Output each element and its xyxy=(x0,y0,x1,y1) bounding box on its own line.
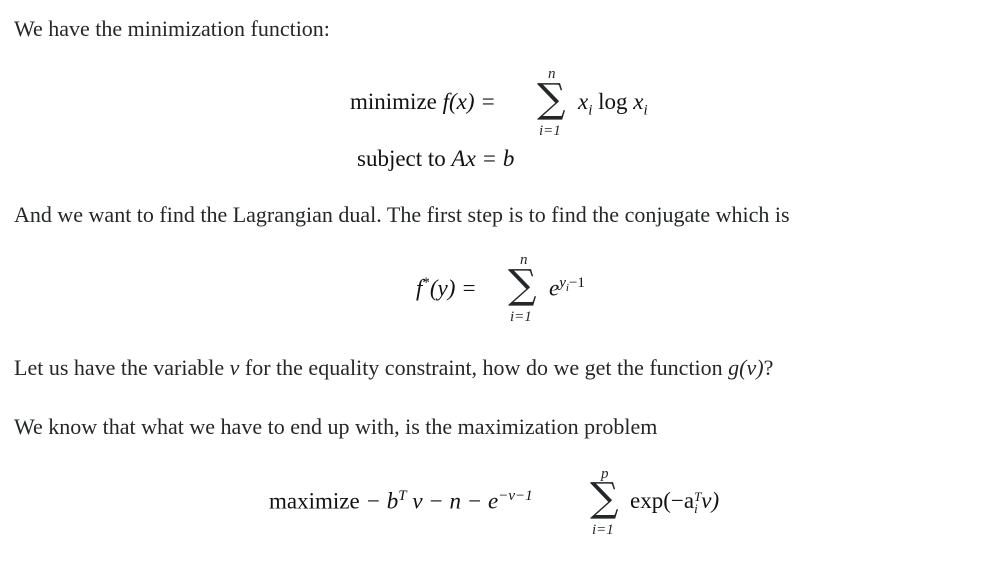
p3-variable: v xyxy=(229,355,240,380)
eq3-sum-lower: i=1 xyxy=(592,522,614,538)
eq1-sum-symbol: ∑ xyxy=(537,76,566,122)
eq1-term: x xyxy=(578,89,589,114)
eq3-exp: exp(−a xyxy=(630,488,695,513)
p3-text-a: Let us have the variable xyxy=(14,355,230,380)
p3-function: g(v) xyxy=(728,355,764,380)
eq1-sum-lower: i=1 xyxy=(539,123,561,139)
eq2-lhs-sup: * xyxy=(422,275,430,291)
eq1-term2: x xyxy=(633,89,644,114)
eq2-exponent: y xyxy=(559,275,566,291)
eq3-part1: − b xyxy=(365,488,399,514)
paragraph-dual: And we want to find the Lagrangian dual.… xyxy=(14,202,790,227)
eq3-label: maximize xyxy=(269,488,360,514)
eq3-part2-sup: −v−1 xyxy=(498,488,533,504)
eq1-constraint: Ax = b xyxy=(451,146,515,171)
eq3-part1-sup: T xyxy=(398,488,407,504)
eq1-term-sub: i xyxy=(588,102,593,119)
eq3-sum-symbol: ∑ xyxy=(590,475,619,521)
eq3-tail: v) xyxy=(701,488,720,513)
eq2-exponent-tail: −1 xyxy=(568,275,585,291)
eq1-lhs: f(x) = xyxy=(442,89,496,114)
eq1-term2-sub: i xyxy=(643,102,648,119)
eq2-sum-symbol: ∑ xyxy=(508,262,537,308)
eq2-sum-lower: i=1 xyxy=(510,309,532,325)
eq3-part2: v − n − e xyxy=(412,488,499,514)
eq1-constraint-label: subject to xyxy=(357,146,446,171)
eq2-lhs-arg: (y) = xyxy=(429,275,477,301)
paragraph-variable: Let us have the variable v for the equal… xyxy=(14,354,773,382)
p3-text-c: ? xyxy=(763,355,774,380)
p3-text-b: for the equality constraint, how do we g… xyxy=(239,355,729,380)
eq2-base: e xyxy=(549,275,560,301)
paragraph-maximization: We know that what we have to end up with… xyxy=(14,414,658,439)
paragraph-intro: We have the minimization function: xyxy=(14,16,330,41)
eq1-log: log xyxy=(598,89,628,114)
eq1-label: minimize xyxy=(350,89,437,114)
